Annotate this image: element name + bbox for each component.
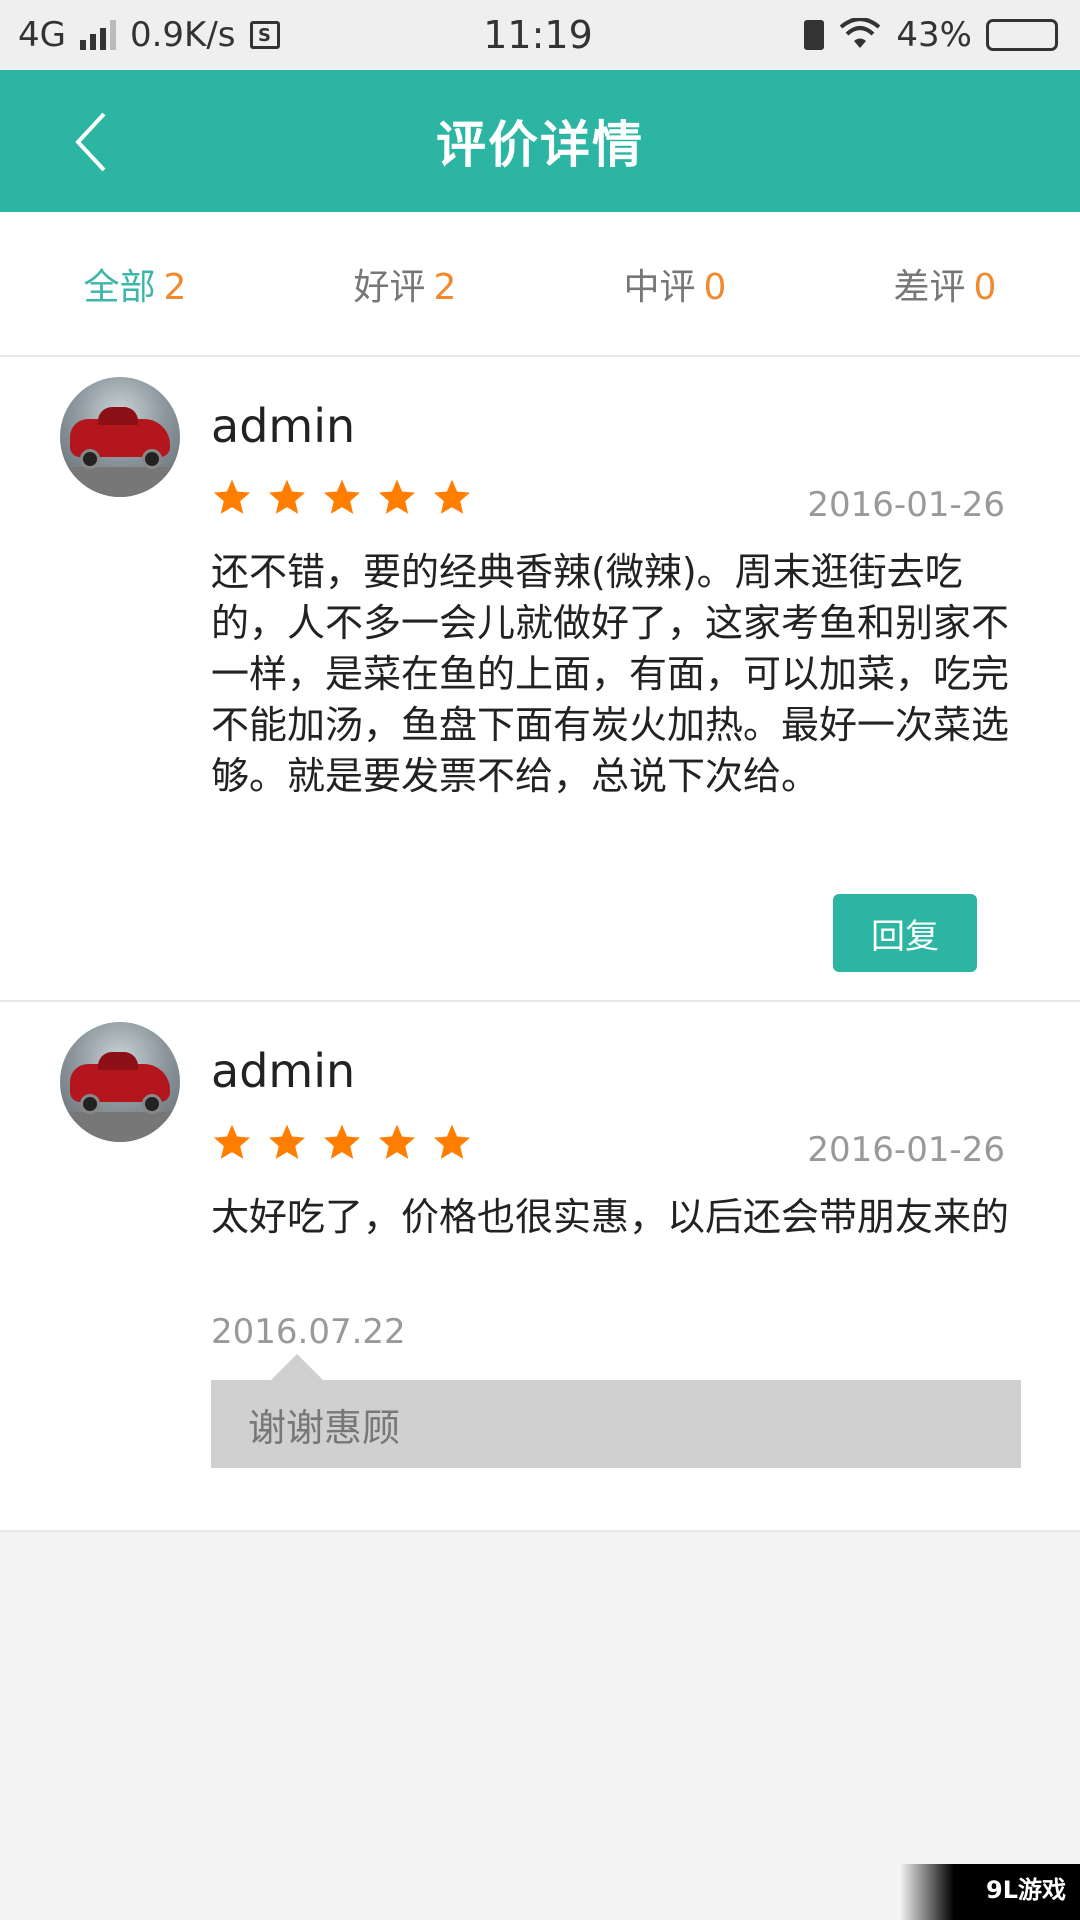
tab-count: 0 — [703, 266, 727, 308]
status-bar: 4G 0.9K/s S 11:19 43% — [0, 0, 1080, 70]
app-header: 评价详情 — [0, 70, 1080, 212]
review-content: 太好吃了，价格也很实惠，以后还会带朋友来的 — [211, 1195, 1010, 1239]
avatar[interactable] — [60, 1022, 180, 1142]
tab-neutral[interactable]: 中评 0 — [540, 258, 810, 310]
page-title: 评价详情 — [436, 116, 644, 174]
charging-icon — [804, 20, 825, 50]
star-icon — [433, 479, 471, 514]
star-icon — [378, 479, 416, 514]
battery-percent: 43% — [896, 15, 972, 55]
chevron-left-icon — [75, 112, 106, 172]
status-right: 43% — [678, 15, 1058, 55]
star-icon — [323, 479, 361, 514]
network-type: 4G — [18, 15, 66, 55]
tab-label: 中评 — [623, 266, 696, 308]
battery-icon — [985, 19, 1058, 51]
review-item: admin 2016-01-26 太好吃了，价格也很实惠，以后还会带朋友来的 2… — [0, 1002, 1080, 1532]
merchant-reply-date: 2016.07.22 — [211, 1312, 406, 1352]
star-icon — [378, 1124, 416, 1159]
star-icon — [213, 479, 251, 514]
review-date: 2016-01-26 — [807, 1130, 1005, 1170]
reply-button[interactable]: 回复 — [833, 894, 977, 972]
tab-good[interactable]: 好评 2 — [270, 258, 540, 310]
network-speed: 0.9K/s — [129, 15, 236, 55]
tab-label: 全部 — [83, 266, 156, 308]
tab-label: 差评 — [893, 266, 966, 308]
review-username: admin — [211, 1044, 356, 1098]
tab-bad[interactable]: 差评 0 — [810, 258, 1080, 310]
star-icon — [323, 1124, 361, 1159]
rating-stars — [211, 1122, 473, 1164]
tab-label: 好评 — [353, 266, 426, 308]
review-item: admin 2016-01-26 还不错，要的经典香辣(微辣)。周末逛街去吃的，… — [0, 357, 1080, 1002]
signal-icon — [79, 20, 116, 50]
wifi-icon — [840, 18, 881, 48]
tab-count: 2 — [433, 266, 457, 308]
tab-all[interactable]: 全部 2 — [0, 258, 270, 310]
merchant-reply: 谢谢惠顾 — [211, 1354, 1021, 1468]
sim-icon: S — [249, 21, 280, 49]
tab-count: 0 — [973, 266, 997, 308]
review-username: admin — [211, 399, 356, 453]
status-left: 4G 0.9K/s S — [18, 15, 398, 55]
review-date: 2016-01-26 — [807, 485, 1005, 525]
avatar[interactable] — [60, 377, 180, 497]
star-icon — [213, 1124, 251, 1159]
review-content: 还不错，要的经典香辣(微辣)。周末逛街去吃的，人不多一会儿就做好了，这家考鱼和别… — [211, 550, 1010, 798]
filter-tabs: 全部 2 好评 2 中评 0 差评 0 — [0, 212, 1080, 357]
star-icon — [268, 479, 306, 514]
watermark-logo: 9L游戏 — [900, 1864, 1080, 1920]
status-time: 11:19 — [483, 13, 593, 57]
back-button[interactable] — [70, 110, 130, 174]
rating-stars — [211, 477, 473, 519]
star-icon — [433, 1124, 471, 1159]
star-icon — [268, 1124, 306, 1159]
tab-count: 2 — [163, 266, 187, 308]
